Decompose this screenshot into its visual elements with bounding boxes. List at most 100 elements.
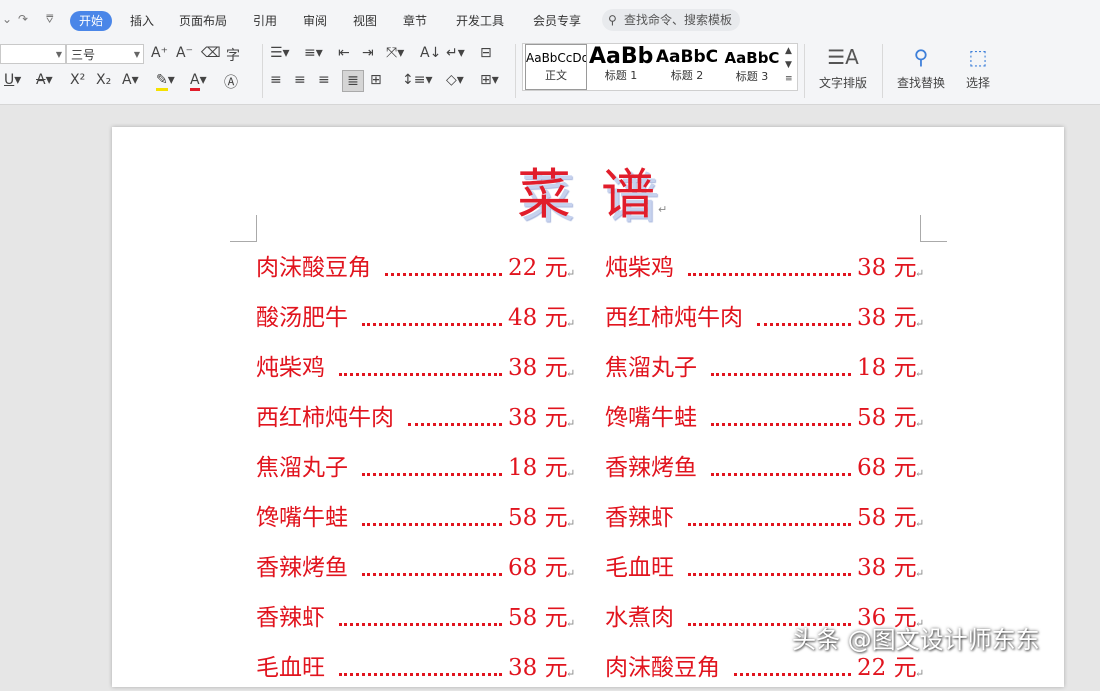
redo-icon[interactable]: ↷ bbox=[18, 12, 28, 26]
dish-name: 香辣虾 bbox=[256, 605, 325, 631]
paragraph-mark-icon: ↵ bbox=[566, 417, 576, 430]
dish-price: 68 元 bbox=[857, 455, 917, 481]
search-placeholder: 查找命令、搜索模板 bbox=[624, 13, 733, 27]
shrink-font-icon[interactable]: A⁻ bbox=[176, 45, 193, 61]
highlight-icon[interactable]: ✎▾ bbox=[156, 72, 175, 91]
shading-icon[interactable]: ◇▾ bbox=[446, 72, 464, 88]
dish-price: 68 元 bbox=[508, 555, 568, 581]
dot-leader bbox=[362, 323, 502, 326]
dot-leader bbox=[339, 673, 502, 676]
dish-price: 18 元 bbox=[857, 355, 917, 381]
tab-view[interactable]: 视图 bbox=[344, 11, 386, 31]
style-heading-3[interactable]: AaBbC 标题 3 bbox=[721, 44, 783, 90]
menu-item: 西红柿炖牛肉 38 元 ↵ bbox=[256, 401, 575, 435]
tab-insert[interactable]: 插入 bbox=[121, 11, 163, 31]
dish-price: 22 元 bbox=[857, 655, 917, 681]
tab-review[interactable]: 审阅 bbox=[294, 11, 336, 31]
style-heading-2[interactable]: AaBbC 标题 2 bbox=[655, 44, 719, 90]
dish-price: 38 元 bbox=[508, 355, 568, 381]
borders-icon[interactable]: ⊞▾ bbox=[480, 72, 499, 88]
dish-price: 58 元 bbox=[508, 605, 568, 631]
menu-item: 焦溜丸子 18 元 ↵ bbox=[605, 351, 924, 385]
justify-icon[interactable]: ≣ bbox=[342, 70, 364, 92]
line-spacing-icon[interactable]: ↕≡▾ bbox=[402, 72, 433, 88]
grow-font-icon[interactable]: A⁺ bbox=[151, 45, 168, 61]
style-normal[interactable]: AaBbCcDd 正文 bbox=[525, 44, 587, 90]
text-layout-icon: ☰A bbox=[827, 45, 859, 69]
dish-price: 48 元 bbox=[508, 305, 568, 331]
dish-price: 58 元 bbox=[857, 405, 917, 431]
dish-name: 炖柴鸡 bbox=[256, 355, 325, 381]
dot-leader bbox=[362, 473, 502, 476]
numbered-list-icon[interactable]: ≡▾ bbox=[304, 45, 323, 61]
sort-icon[interactable]: A↓ bbox=[420, 45, 441, 61]
dish-name: 西红柿炖牛肉 bbox=[256, 405, 394, 431]
find-replace-button[interactable]: ⚲ 查找替换 bbox=[890, 44, 952, 91]
dish-name: 酸汤肥牛 bbox=[256, 305, 348, 331]
style-label: 标题 1 bbox=[604, 69, 638, 82]
dish-name: 肉沫酸豆角 bbox=[605, 655, 720, 681]
document-page[interactable]: 菜谱 ↵ 肉沫酸豆角 22 元 ↵ 酸汤肥牛 48 元 ↵ 炖柴鸡 38 元 ↵ 西红柿炖牛肉 38… bbox=[112, 127, 1064, 687]
menu-item: 毛血旺 38 元 ↵ bbox=[256, 651, 575, 685]
dot-leader bbox=[757, 323, 851, 326]
decrease-indent-icon[interactable]: ⇤ bbox=[338, 45, 350, 61]
align-right-icon[interactable]: ≡ bbox=[318, 72, 330, 88]
text-layout-button[interactable]: ☰A 文字排版 bbox=[812, 44, 874, 91]
chinese-layout-icon[interactable]: ⤧▾ bbox=[386, 45, 404, 61]
dot-leader bbox=[711, 373, 851, 376]
tab-home[interactable]: 开始 bbox=[70, 11, 113, 31]
menu-item: 焦溜丸子 18 元 ↵ bbox=[256, 451, 575, 485]
dish-name: 焦溜丸子 bbox=[256, 455, 348, 481]
tab-developer[interactable]: 开发工具 bbox=[447, 11, 513, 31]
quick-access-menu-icon[interactable]: ⩢ bbox=[46, 12, 53, 27]
select-button[interactable]: ⬚ 选择 bbox=[958, 44, 998, 91]
gallery-more-icon[interactable]: ≡ bbox=[785, 74, 793, 84]
text-effect-icon[interactable]: A▾ bbox=[122, 72, 139, 88]
scroll-down-icon[interactable]: ▼ bbox=[785, 60, 792, 70]
underline-icon[interactable]: U▾ bbox=[4, 72, 21, 88]
menu-item: 馋嘴牛蛙 58 元 ↵ bbox=[256, 501, 575, 535]
tab-references[interactable]: 引用 bbox=[244, 11, 286, 31]
clear-format-icon[interactable]: ⌫ bbox=[201, 45, 221, 61]
strikethrough-icon[interactable]: A▾ bbox=[36, 72, 53, 88]
superscript-icon[interactable]: X² bbox=[70, 72, 85, 88]
search-icon: ⚲ bbox=[608, 13, 617, 27]
divider bbox=[882, 44, 883, 98]
style-heading-1[interactable]: AaBb 标题 1 bbox=[589, 44, 653, 90]
align-center-icon[interactable]: ≡ bbox=[294, 72, 306, 88]
style-label: 标题 2 bbox=[670, 69, 704, 82]
tab-page-layout[interactable]: 页面布局 bbox=[170, 11, 236, 31]
show-marks-icon[interactable]: ↵▾ bbox=[446, 45, 465, 61]
style-gallery: AaBbCcDd 正文 AaBb 标题 1 AaBbC 标题 2 AaBbC 标… bbox=[522, 43, 798, 91]
align-left-icon[interactable]: ≡ bbox=[270, 72, 282, 88]
paragraph-mark-icon: ↵ bbox=[915, 267, 925, 280]
dish-name: 毛血旺 bbox=[605, 555, 674, 581]
tab-section[interactable]: 章节 bbox=[394, 11, 436, 31]
dish-price: 38 元 bbox=[508, 405, 568, 431]
char-border-icon[interactable]: Ⓐ bbox=[224, 72, 238, 92]
bullet-list-icon[interactable]: ☰▾ bbox=[270, 45, 290, 61]
tab-member[interactable]: 会员专享 bbox=[524, 11, 590, 31]
distribute-icon[interactable]: ⊞ bbox=[370, 72, 382, 88]
dish-price: 38 元 bbox=[857, 555, 917, 581]
style-label: 正文 bbox=[545, 69, 567, 82]
subscript-icon[interactable]: X₂ bbox=[96, 72, 111, 88]
dish-price: 38 元 bbox=[857, 255, 917, 281]
undo-dropdown-icon[interactable]: ⌄ bbox=[2, 12, 12, 26]
scroll-up-icon[interactable]: ▲ bbox=[785, 46, 792, 56]
dish-price: 38 元 bbox=[857, 305, 917, 331]
increase-indent-icon[interactable]: ⇥ bbox=[362, 45, 374, 61]
tab-bar: ⌄ ↷ ⩢ 开始 插入 页面布局 引用 审阅 视图 章节 开发工具 会员专享 ⚲… bbox=[0, 0, 1100, 40]
font-size-combo[interactable]: 三号 ▼ bbox=[66, 44, 144, 64]
menu-item: 香辣烤鱼 68 元 ↵ bbox=[605, 451, 924, 485]
dish-name: 香辣虾 bbox=[605, 505, 674, 531]
dish-name: 西红柿炖牛肉 bbox=[605, 305, 743, 331]
menu-item: 毛血旺 38 元 ↵ bbox=[605, 551, 924, 585]
font-name-combo[interactable]: ▼ bbox=[0, 44, 66, 64]
phonetic-guide-icon[interactable]: 字 bbox=[226, 45, 240, 65]
style-preview: AaBbC bbox=[655, 47, 719, 67]
paragraph-mark-icon: ↵ bbox=[566, 667, 576, 680]
table-tools-icon[interactable]: ⊟ bbox=[480, 45, 492, 61]
font-color-icon[interactable]: A▾ bbox=[190, 72, 207, 91]
command-search-box[interactable]: ⚲ 查找命令、搜索模板 bbox=[602, 9, 740, 31]
